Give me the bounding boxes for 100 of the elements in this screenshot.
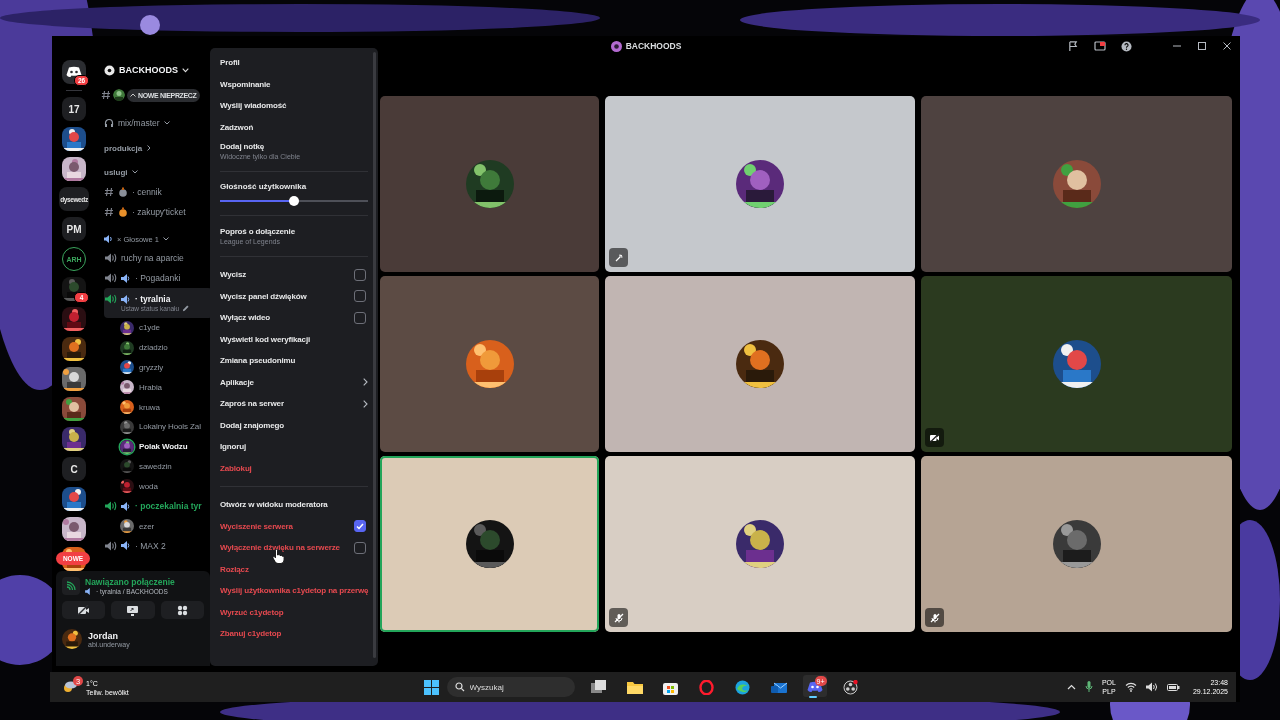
- menu-item[interactable]: Wyłącz wideo: [220, 307, 368, 329]
- chevron-down-icon: [182, 67, 189, 73]
- video-tile[interactable]: [921, 276, 1232, 452]
- screen-icon[interactable]: [1094, 40, 1106, 52]
- windows-logo-icon[interactable]: [423, 679, 439, 695]
- channel-item[interactable]: · cennik: [104, 182, 210, 202]
- microphone-icon[interactable]: [1084, 681, 1093, 693]
- wifi-icon[interactable]: [1124, 682, 1137, 692]
- checkbox[interactable]: [354, 290, 366, 303]
- chevron-up-icon[interactable]: [1066, 684, 1076, 690]
- activities-icon: [176, 604, 188, 616]
- voice-channel-icon: [105, 273, 117, 283]
- server-header[interactable]: BACKHOODS: [104, 56, 210, 84]
- speaker-icon: [104, 235, 113, 243]
- menu-item[interactable]: Zaproś na serwer: [220, 393, 368, 415]
- video-tile[interactable]: [921, 96, 1232, 272]
- voice-channel-icon: [105, 253, 117, 263]
- voice-member[interactable]: gryzzly: [104, 357, 210, 378]
- menu-item[interactable]: Otwórz w widoku moderatora: [220, 494, 368, 516]
- checkbox[interactable]: [354, 268, 366, 281]
- voice-channel[interactable]: · MAX 2: [104, 535, 210, 556]
- menu-item[interactable]: Ignoruj: [220, 436, 368, 458]
- checkbox[interactable]: [354, 311, 366, 324]
- voice-member[interactable]: Hrabia: [104, 377, 210, 398]
- volume-icon[interactable]: [1145, 682, 1158, 692]
- wand-icon: [613, 252, 624, 263]
- close-icon[interactable]: [1222, 41, 1232, 51]
- menu-item[interactable]: Zbanuj c1ydetop: [220, 623, 368, 645]
- flag-icon[interactable]: [1068, 40, 1079, 52]
- menu-item[interactable]: Wycisz panel dźwięków: [220, 285, 368, 307]
- signal-icon[interactable]: [62, 577, 80, 595]
- menu-item[interactable]: Zadzwoń: [220, 116, 368, 138]
- menu-item[interactable]: Wyślij użytkownika c1ydetop na przerwę: [220, 580, 368, 602]
- slider-thumb[interactable]: [289, 196, 299, 206]
- video-tile[interactable]: [605, 96, 915, 272]
- search-field[interactable]: Wyszukaj: [446, 677, 575, 697]
- video-tile[interactable]: [921, 456, 1232, 632]
- voice-member[interactable]: ezer: [104, 516, 210, 536]
- voice-member[interactable]: Polak Wodzu: [104, 436, 210, 457]
- chevron-up-icon: [130, 93, 136, 97]
- menu-item[interactable]: Wyłączenie dźwięku na serwerze: [220, 537, 368, 559]
- voice-channel[interactable]: · poczekalnia tyr: [104, 496, 210, 517]
- menu-item[interactable]: Wyślij wiadomość: [220, 95, 368, 117]
- channel-item[interactable]: · zakupy'ticket: [104, 202, 210, 222]
- menu-item[interactable]: Dodaj znajomego: [220, 414, 368, 436]
- server-icon[interactable]: 17: [62, 97, 86, 121]
- voice-member[interactable]: dziadzio: [104, 337, 210, 358]
- channel-item[interactable]: mix/master: [104, 112, 210, 134]
- voice-member[interactable]: woda: [104, 476, 210, 497]
- chevron-down-icon: [131, 169, 138, 175]
- user-name[interactable]: Jordan: [88, 630, 130, 641]
- menu-item[interactable]: Rozłącz: [220, 558, 368, 580]
- voice-member[interactable]: c1yde: [104, 318, 210, 338]
- checkbox[interactable]: [354, 541, 366, 554]
- screen-share-button[interactable]: [111, 601, 155, 619]
- battery-icon[interactable]: [1166, 682, 1180, 692]
- task-view-icon: [590, 680, 607, 694]
- wave-globe-icon: [735, 679, 750, 695]
- menu-label: Głośność użytkownika: [220, 182, 308, 191]
- menu-item[interactable]: Aplikacje: [220, 371, 368, 393]
- voice-member[interactable]: sawedzin: [104, 456, 210, 477]
- menu-item[interactable]: Zmiana pseudonimu: [220, 350, 368, 372]
- voice-channel[interactable]: · Pogadanki: [104, 268, 210, 288]
- checkbox[interactable]: [354, 520, 366, 533]
- activities-button[interactable]: [160, 601, 204, 619]
- server-icon[interactable]: C: [62, 457, 86, 481]
- menu-item[interactable]: Zablokuj: [220, 457, 368, 479]
- menu-item[interactable]: Wyrzuć c1ydetop: [220, 601, 368, 623]
- menu-item[interactable]: Wyciszenie serwera: [220, 515, 368, 537]
- cloud-sun-icon: [62, 679, 78, 693]
- video-tile[interactable]: [605, 276, 915, 452]
- voice-channel-icon: [105, 501, 117, 512]
- camera-off-icon: [929, 432, 940, 443]
- video-tile[interactable]: [380, 456, 599, 632]
- voice-member[interactable]: Lokalny Hools Zal: [104, 417, 210, 437]
- voice-channel[interactable]: ruchy na aparcie: [104, 248, 210, 268]
- chevron-right-icon: [146, 145, 153, 151]
- connection-status[interactable]: Nawiązano połączenie: [85, 577, 175, 587]
- speaker-icon: [121, 501, 131, 511]
- camera-button[interactable]: [62, 601, 106, 619]
- flower-icon: [104, 64, 115, 76]
- video-tile[interactable]: [380, 276, 599, 452]
- hash-icon: [101, 90, 111, 100]
- maximize-icon[interactable]: [1197, 41, 1207, 51]
- home-button[interactable]: [62, 60, 86, 84]
- help-icon[interactable]: [1121, 40, 1132, 52]
- voice-member[interactable]: kruwa: [104, 397, 210, 417]
- circle-icon: [843, 679, 858, 695]
- server-icon[interactable]: PM: [62, 217, 86, 241]
- menu-item[interactable]: Profil: [220, 52, 368, 74]
- menu-item[interactable]: Wycisz: [220, 264, 368, 286]
- category-header[interactable]: produkcja: [104, 138, 210, 158]
- menu-item[interactable]: Wyświetl kod weryfikacji: [220, 328, 368, 350]
- hash-icon: [104, 207, 114, 217]
- camera-off-icon: [77, 604, 91, 616]
- volume-slider[interactable]: [220, 196, 368, 206]
- menu-item[interactable]: Wspominanie: [220, 73, 368, 95]
- video-tile[interactable]: [605, 456, 915, 632]
- category-header[interactable]: uslugi: [104, 162, 210, 182]
- video-tile[interactable]: [380, 96, 599, 272]
